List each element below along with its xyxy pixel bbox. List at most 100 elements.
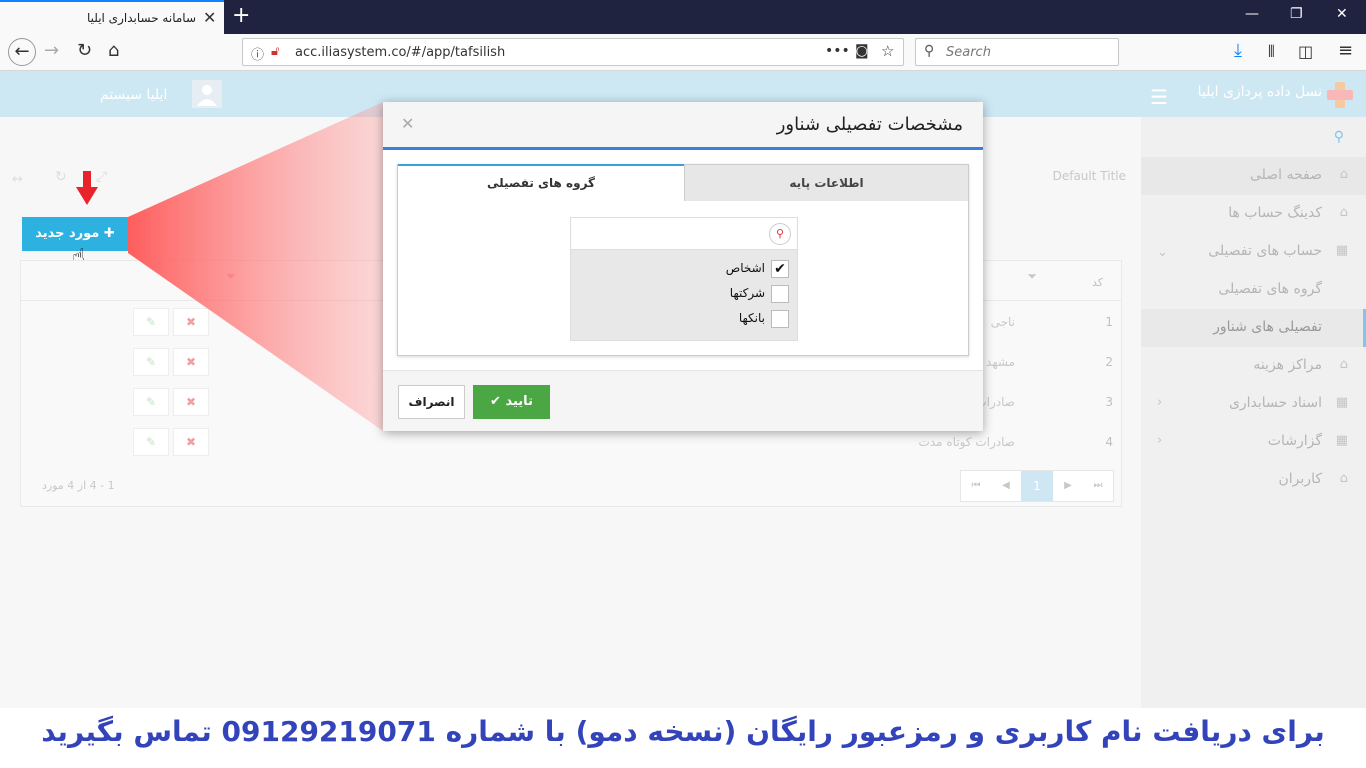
confirm-label: تایید <box>505 394 533 409</box>
avatar[interactable] <box>192 80 222 108</box>
dialog-header: مشخصات تفصیلی شناور ✕ <box>383 102 983 150</box>
filter-clear-icon[interactable]: ⏷ <box>226 269 236 284</box>
download-icon[interactable]: ⤓ <box>1234 40 1242 61</box>
menu-icon[interactable]: ≡ <box>1338 40 1353 61</box>
home-icon: ⌂ <box>1339 357 1348 372</box>
row-code: 1 <box>1105 315 1113 329</box>
sidebar-item-home[interactable]: ⌂ صفحه اصلی <box>1141 157 1366 195</box>
reload-icon[interactable]: ↻ <box>77 40 92 61</box>
library-icon[interactable]: ⫴ <box>1268 42 1275 62</box>
refresh-icon[interactable]: ↻ <box>55 169 67 185</box>
tab-strip: اطلاعات پایه گروه های تفصیلی <box>398 164 968 201</box>
table-icon: ▦ <box>1335 243 1348 258</box>
row-code: 4 <box>1105 435 1113 449</box>
forward-icon[interactable]: → <box>44 40 59 61</box>
list-item[interactable]: بانکها <box>589 310 789 330</box>
edit-icon[interactable]: ✎ <box>133 308 169 336</box>
sidebar-item-label: کاربران <box>1278 471 1322 487</box>
url-text: acc.iliasystem.co/#/app/tafsilish <box>295 45 506 60</box>
last-page-icon[interactable]: ⏭ <box>1083 471 1113 501</box>
delete-icon[interactable]: ✖ <box>173 428 209 456</box>
search-placeholder: Search <box>946 45 991 60</box>
list-item-label: بانکها <box>738 311 765 325</box>
row-title: صادرات کوتاه مدت <box>918 435 1015 449</box>
tab-close-icon[interactable]: ✕ <box>203 8 216 27</box>
checkbox[interactable] <box>771 285 789 303</box>
window-close-icon[interactable]: ✕ <box>1336 6 1348 22</box>
browser-tab[interactable]: سامانه حسابداری ایلیا ✕ <box>0 0 224 34</box>
collapse-icon[interactable]: ↔ <box>12 172 23 187</box>
filter-icon[interactable]: ⏷ <box>1027 269 1037 284</box>
list-item[interactable]: شرکتها <box>589 285 789 305</box>
info-icon[interactable]: ⓘ <box>251 44 264 63</box>
page-actions-icon[interactable]: ••• <box>825 43 850 59</box>
row-code: 2 <box>1105 355 1113 369</box>
insecure-lock-icon: 🔓︎ <box>271 44 280 59</box>
sidebar-item-cost-centers[interactable]: ⌂ مراکز هزینه <box>1141 347 1366 385</box>
next-page-icon[interactable]: ▶ <box>1053 471 1083 501</box>
list-item[interactable]: ✔ اشخاص <box>589 260 789 280</box>
hamburger-menu-icon[interactable]: ☰ <box>1150 85 1168 109</box>
col-code-header[interactable]: کد <box>1092 276 1103 289</box>
panel-title: Default Title <box>1052 169 1126 183</box>
browser-tab-bar: سامانه حسابداری ایلیا ✕ + — ❐ ✕ <box>0 0 1366 34</box>
home-icon: ⌂ <box>1339 167 1348 182</box>
dialog-footer: تایید ✔ انصراف <box>383 370 983 431</box>
tab-base-info[interactable]: اطلاعات پایه <box>684 165 968 201</box>
back-icon[interactable]: ← <box>8 38 36 66</box>
sidebar-item-users[interactable]: ⌂ کاربران <box>1141 461 1366 499</box>
row-title: ناجی <box>990 315 1015 329</box>
bookmark-star-icon[interactable]: ☆ <box>881 42 894 60</box>
cancel-button[interactable]: انصراف <box>398 385 465 419</box>
delete-icon[interactable]: ✖ <box>173 348 209 376</box>
home-icon[interactable]: ⌂ <box>108 40 119 61</box>
restore-icon[interactable]: ❐ <box>1290 6 1303 22</box>
page-count: 1 - 4 از 4 مورد <box>42 479 115 492</box>
sidebar-item-label: صفحه اصلی <box>1249 167 1322 183</box>
sidebar-item-floating-details[interactable]: تفصیلی های شناور <box>1141 309 1366 347</box>
sidebar-item-label: گزارشات <box>1267 433 1322 449</box>
arrow-down-icon <box>76 171 98 205</box>
table-icon: ▦ <box>1335 395 1348 410</box>
pager: ⏮ ◀ 1 ▶ ⏭ <box>960 470 1114 502</box>
sidebar-item-documents[interactable]: ▦ اسناد حسابداری › <box>1141 385 1366 423</box>
sidebar-item-reports[interactable]: ▦ گزارشات › <box>1141 423 1366 461</box>
delete-icon[interactable]: ✖ <box>173 308 209 336</box>
search-icon[interactable]: ⚲ <box>769 223 791 245</box>
dialog-title: مشخصات تفصیلی شناور <box>776 114 963 135</box>
sidebar-search-icon[interactable]: ⚲ <box>1334 129 1344 145</box>
floating-detail-dialog: مشخصات تفصیلی شناور ✕ اطلاعات پایه گروه … <box>383 102 983 431</box>
row-title: مشهد <box>986 355 1015 369</box>
first-page-icon[interactable]: ⏮ <box>961 471 991 501</box>
prev-page-icon[interactable]: ◀ <box>991 471 1021 501</box>
chevron-left-icon: › <box>1157 395 1163 410</box>
page-number[interactable]: 1 <box>1021 471 1053 501</box>
chevron-down-icon: ⌄ <box>1157 245 1168 260</box>
list-item-label: شرکتها <box>729 286 765 300</box>
checkbox-checked[interactable]: ✔ <box>771 260 789 278</box>
sidebar-item-coding[interactable]: ⌂ کدینگ حساب ها <box>1141 195 1366 233</box>
minimize-icon[interactable]: — <box>1245 6 1259 22</box>
search-icon: ⚲ <box>924 43 935 59</box>
checkbox[interactable] <box>771 310 789 328</box>
pocket-icon[interactable]: ◙ <box>855 43 869 59</box>
sidebar-item-label: کدینگ حساب ها <box>1228 205 1322 221</box>
search-input[interactable]: ⚲ Search <box>915 38 1119 66</box>
list-item-label: اشخاص <box>725 261 765 275</box>
confirm-button[interactable]: تایید ✔ <box>473 385 550 419</box>
close-icon[interactable]: ✕ <box>401 114 414 133</box>
list-search-input[interactable]: ⚲ <box>571 218 797 250</box>
url-bar[interactable]: ⓘ 🔓︎ acc.iliasystem.co/#/app/tafsilish •… <box>242 38 904 66</box>
tab-detail-groups[interactable]: گروه های تفصیلی <box>398 164 684 201</box>
sidebar-toggle-icon[interactable]: ◫ <box>1298 42 1313 61</box>
user-name[interactable]: ایلیا سیستم <box>100 87 167 103</box>
edit-icon[interactable]: ✎ <box>133 348 169 376</box>
delete-icon[interactable]: ✖ <box>173 388 209 416</box>
tab-panel: اطلاعات پایه گروه های تفصیلی ⚲ ✔ اشخاص ش… <box>397 164 969 356</box>
sidebar-item-label: تفصیلی های شناور <box>1213 319 1322 335</box>
edit-icon[interactable]: ✎ <box>133 428 169 456</box>
edit-icon[interactable]: ✎ <box>133 388 169 416</box>
sidebar-item-detail-groups[interactable]: گروه های تفصیلی <box>1141 271 1366 309</box>
new-tab-icon[interactable]: + <box>232 3 250 28</box>
sidebar-item-detail-accounts[interactable]: ▦ حساب های تفصیلی ⌄ <box>1141 233 1366 271</box>
